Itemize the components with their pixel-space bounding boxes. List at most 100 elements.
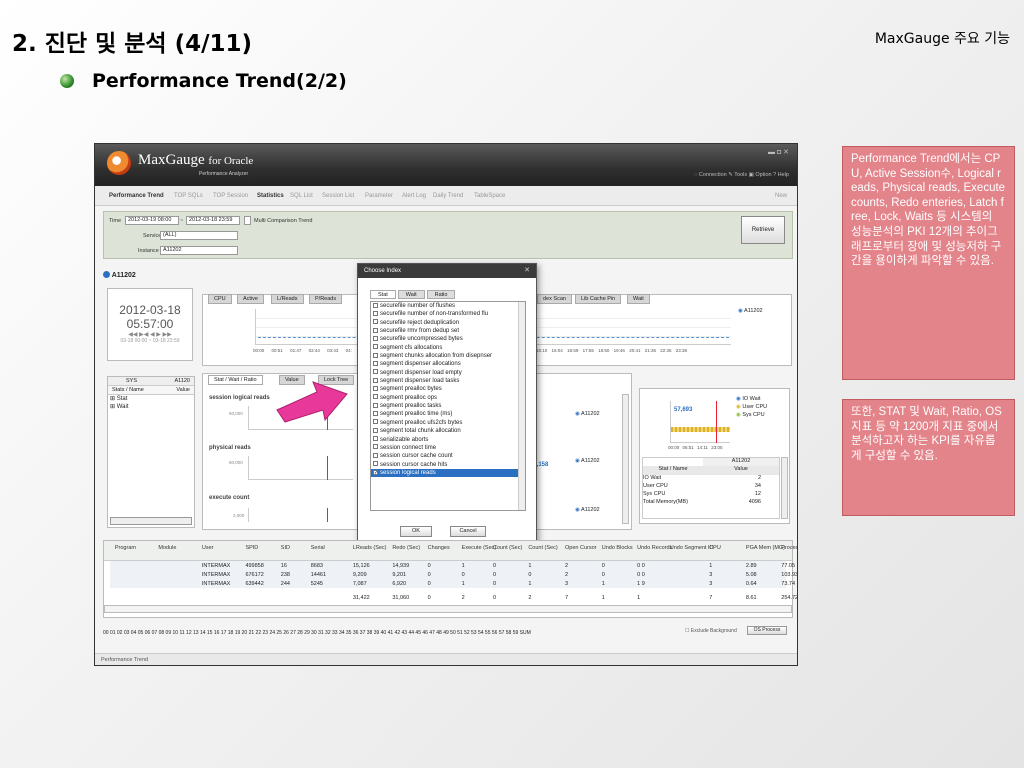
list-item-selected[interactable]: ✓ session logical reads: [371, 468, 525, 478]
trend-tab-cpu[interactable]: CPU: [208, 294, 232, 304]
table-cell: 2: [565, 572, 569, 578]
stat-charts-scrollbar[interactable]: [622, 394, 629, 524]
trend-tab-lreads[interactable]: L/Reads: [271, 294, 304, 304]
grid-h-scrollbar[interactable]: [104, 605, 792, 613]
tree-scrollbar[interactable]: [110, 517, 192, 525]
total-cell: 8.61: [745, 595, 757, 601]
index-list-scrollbar[interactable]: [518, 302, 525, 510]
tab-statistics[interactable]: Statistics: [257, 193, 284, 199]
list-item[interactable]: session connect time: [371, 444, 525, 452]
trend-tab-wait[interactable]: Wait: [627, 294, 650, 304]
list-item[interactable]: segment total chunk allocation: [371, 427, 525, 435]
exclude-background-toggle[interactable]: ☐ Exclude Background: [685, 628, 737, 634]
list-item[interactable]: segment dispenser load tasks: [371, 377, 525, 385]
os-process-button[interactable]: OS Process: [747, 626, 787, 635]
list-item[interactable]: segment prealloc tasks: [371, 402, 525, 410]
list-item[interactable]: securefile uncompressed bytes: [371, 335, 525, 343]
dialog-close-icon[interactable]: ✕: [524, 266, 530, 274]
tab-top-sqls[interactable]: TOP SQLs: [174, 193, 203, 199]
table-cell: INTERMAX: [201, 563, 231, 569]
grid-header-cell[interactable]: Program: [115, 545, 136, 551]
grid-header-cell[interactable]: SPID: [245, 545, 258, 551]
tree-node-stat[interactable]: ⊞ Stat: [108, 395, 194, 403]
legend-sys-cpu: ◉ Sys CPU: [736, 412, 765, 418]
grid-header-cell[interactable]: SID: [281, 545, 290, 551]
window-controls[interactable]: ▬ ◘ ✕: [768, 148, 789, 156]
grid-header-cell[interactable]: Execute (Sec): [462, 545, 497, 551]
grid-header-cell[interactable]: Open Cursor: [565, 545, 597, 551]
table-cell: 0: [492, 563, 497, 569]
list-item[interactable]: segment prealloc ops: [371, 394, 525, 402]
grid-header-cell[interactable]: Serial: [311, 545, 325, 551]
table-cell: 1: [528, 581, 532, 587]
list-item[interactable]: securefile reject deduplication: [371, 319, 525, 327]
tab-new[interactable]: New: [775, 193, 787, 199]
spid-bar[interactable]: 00 01 02 03 04 05 06 07 08 09 10 11 12 1…: [103, 630, 531, 636]
list-item[interactable]: segment prealloc time (ms): [371, 410, 525, 418]
stat-tree-panel: SYS A1120 Stats / Name Value ⊞ Stat ⊞ Wait: [107, 376, 195, 528]
tab-performance-trend[interactable]: Performance Trend: [109, 193, 164, 199]
list-item[interactable]: session cursor cache count: [371, 452, 525, 460]
service-select[interactable]: (ALL): [160, 231, 238, 240]
retrieve-button[interactable]: Retrieve: [741, 216, 785, 244]
playback-controls[interactable]: ◀◀ ▶◀ ◀ ▶ ▶▶: [108, 331, 192, 338]
list-item[interactable]: segment prealloc bytes: [371, 385, 525, 393]
grid-header-cell[interactable]: Count (Sec): [493, 545, 522, 551]
trend-tab-index-scan[interactable]: dex Scan: [537, 294, 572, 304]
list-item[interactable]: session cursor cache hits: [371, 461, 525, 469]
top-links[interactable]: ◌ Connection ✎ Tools ▣ Option ? Help: [694, 172, 789, 178]
tab-daily-trend[interactable]: Daily Trend: [433, 193, 463, 199]
grid-header-cell[interactable]: Undo Segment ID: [670, 545, 714, 551]
chart-spike: [327, 508, 328, 522]
grid-header-cell[interactable]: Module: [158, 545, 176, 551]
list-item[interactable]: segment dispenser load empty: [371, 369, 525, 377]
trend-tab-preads[interactable]: P/Reads: [309, 294, 343, 304]
os-chart-band: [671, 427, 730, 432]
trend-tab-active[interactable]: Active: [237, 294, 264, 304]
app-header: MaxGauge for Oracle Performance Analyzer…: [95, 144, 797, 186]
grid-header-cell[interactable]: Redo (Sec): [392, 545, 420, 551]
list-item[interactable]: segment dispenser allocations: [371, 360, 525, 368]
grid-header-cell[interactable]: LReads (Sec): [353, 545, 387, 551]
list-item[interactable]: serializable aborts: [371, 436, 525, 444]
multi-compare-checkbox[interactable]: [244, 216, 251, 225]
table-cell: 499858: [245, 563, 264, 569]
grid-header-cell[interactable]: Changes: [428, 545, 450, 551]
stat-tab-stat-wait-ratio[interactable]: Stat / Wait / Ratio: [208, 375, 263, 385]
list-item[interactable]: securefile number of non-transformed flu: [371, 310, 525, 318]
tab-session-list[interactable]: Session List: [322, 193, 354, 199]
tree-node-wait[interactable]: ⊞ Wait: [108, 403, 194, 411]
list-item[interactable]: segment chunks allocation from disepnser: [371, 352, 525, 360]
dialog-tab-stat[interactable]: Stat: [370, 290, 396, 299]
cancel-button[interactable]: Cancel: [450, 526, 486, 537]
grid-header-cell[interactable]: Undo Blocks: [602, 545, 633, 551]
list-item[interactable]: securefile number of flushes: [371, 302, 525, 310]
tab-sql-list[interactable]: SQL List: [290, 193, 313, 199]
grid-header-cell[interactable]: Count (Sec): [528, 545, 557, 551]
time-from-input[interactable]: 2012-03-19 08:00: [125, 216, 179, 225]
grid-header-cell[interactable]: Process Mem (MB): [781, 545, 797, 551]
list-item[interactable]: securefile rmv from dedup set: [371, 327, 525, 335]
grid-header-cell[interactable]: CPU: [709, 545, 721, 551]
list-item[interactable]: segment cfs allocations: [371, 344, 525, 352]
time-to-input[interactable]: 2012-03-18 23:59: [186, 216, 240, 225]
tab-tablespace[interactable]: TableSpace: [474, 193, 505, 199]
grid-header-cell[interactable]: PGA Mem (MG): [746, 545, 785, 551]
instance-select[interactable]: A11202: [160, 246, 238, 255]
os-row: Sys CPU 12: [643, 491, 761, 497]
multi-compare-label: Multi Comparison Trend: [254, 218, 313, 224]
dialog-tab-ratio[interactable]: Ratio: [426, 290, 456, 299]
grid-header-cell[interactable]: User: [202, 545, 214, 551]
list-item[interactable]: segment prealloc ufs2cfs bytes: [371, 419, 525, 427]
trend-tab-lib-cache-pin[interactable]: Lib Cache Pin: [575, 294, 622, 304]
dialog-tab-wait[interactable]: Wait: [397, 290, 425, 299]
stat-tree-header: SYS A1120: [108, 377, 194, 386]
table-cell: 1: [601, 581, 605, 587]
os-chart-axis: 00:00 06:51 14:11 23:05: [668, 445, 723, 450]
tab-alert-log[interactable]: Alert Log: [402, 193, 426, 199]
ok-button[interactable]: OK: [400, 526, 432, 537]
os-table-scrollbar[interactable]: [781, 457, 788, 519]
tab-parameter[interactable]: Parameter: [365, 193, 393, 199]
grid-header-cell[interactable]: Undo Records: [637, 545, 672, 551]
tab-top-session[interactable]: TOP Session: [213, 193, 248, 199]
